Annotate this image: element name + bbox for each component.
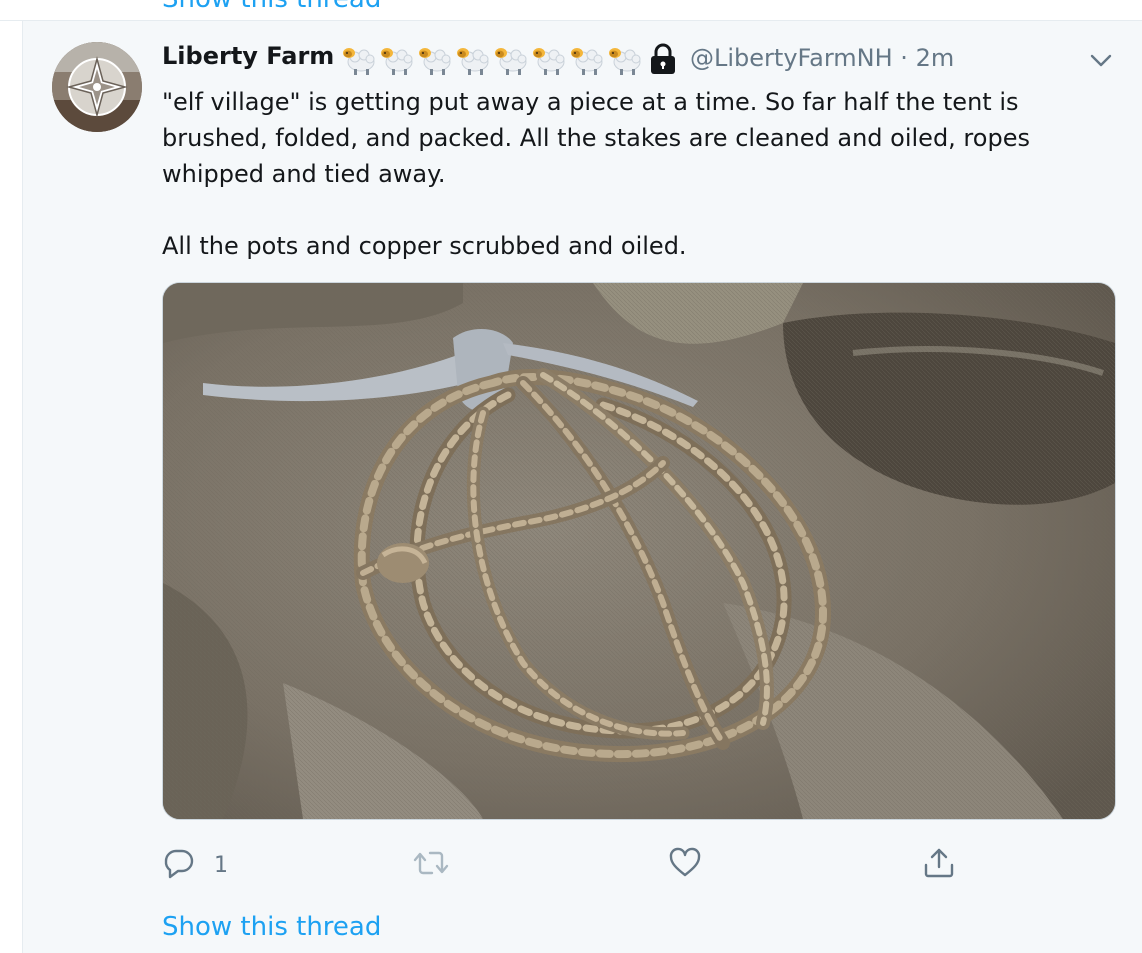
previous-tweet-strip: Show this thread (0, 0, 1142, 21)
sheep-emoji-icon (416, 42, 453, 76)
previous-show-thread-link[interactable]: Show this thread (162, 0, 381, 14)
tweet-text: "elf village" is getting put away a piec… (162, 84, 1102, 264)
timeline-frame: Show this thread Liberty Farm @LibertyFa… (0, 0, 1142, 953)
reply-button[interactable]: 1 (162, 845, 228, 885)
sheep-emoji-icon (340, 42, 377, 76)
sheep-emoji-icon (530, 42, 567, 76)
author-handle-and-time[interactable]: @LibertyFarmNH · 2m (690, 44, 954, 72)
avatar[interactable] (52, 42, 142, 132)
tweet-text-paragraph-1: "elf village" is getting put away a piec… (162, 88, 1030, 188)
sheep-emoji-icon (454, 42, 491, 76)
sheep-emoji-icon (606, 42, 643, 76)
reply-icon[interactable] (162, 846, 196, 884)
sheep-emoji-icon (568, 42, 605, 76)
retweet-button[interactable] (412, 845, 450, 885)
share-button[interactable] (922, 845, 956, 885)
author-name[interactable]: Liberty Farm (162, 42, 334, 70)
tweet-actions: 1 (162, 845, 1114, 885)
show-thread-link[interactable]: Show this thread (162, 912, 381, 942)
tweet-photo[interactable] (162, 282, 1116, 820)
heart-icon[interactable] (668, 846, 702, 884)
reply-count: 1 (214, 852, 228, 878)
author-handle[interactable]: @LibertyFarmNH (690, 44, 893, 72)
tweet-text-paragraph-2: All the pots and copper scrubbed and oil… (162, 232, 687, 260)
sheep-emoji-icon (378, 42, 415, 76)
like-button[interactable] (668, 845, 702, 885)
retweet-icon[interactable] (412, 846, 450, 884)
share-icon[interactable] (922, 846, 956, 884)
chevron-down-icon[interactable] (1088, 50, 1114, 70)
separator-dot: · (900, 44, 908, 72)
timestamp[interactable]: 2m (916, 44, 955, 72)
lock-icon (648, 42, 678, 76)
sheep-emoji-icon (492, 42, 529, 76)
name-emoji-row (340, 42, 643, 76)
